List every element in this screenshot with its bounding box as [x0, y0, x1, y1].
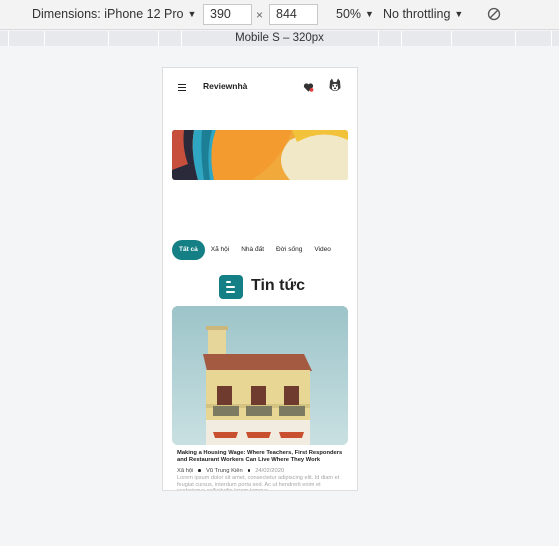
chip-social[interactable]: Xã hội — [205, 240, 235, 260]
rotate-disabled-icon[interactable] — [487, 7, 501, 21]
banner-image — [172, 130, 348, 180]
throttle-label: No throttling — [383, 7, 451, 21]
height-input[interactable]: 844 — [269, 4, 318, 25]
article-meta: Xã hội Vũ Trung Kiên 24/02/2020 — [177, 468, 284, 474]
device-viewport: Reviewnhà Tất cả Xã hội Nhà đất Đời sống… — [162, 67, 358, 491]
zoom-label: 50% — [336, 7, 362, 21]
site-logo[interactable]: Reviewnhà — [203, 81, 247, 91]
device-toolbar: Dimensions: iPhone 12 Pro ▼ 390 × 844 50… — [0, 0, 559, 30]
chevron-down-icon: ▼ — [187, 9, 197, 19]
width-input[interactable]: 390 — [203, 4, 252, 25]
chip-life[interactable]: Đời sống — [270, 240, 308, 260]
dimensions-label: Dimensions: iPhone 12 Pro — [32, 7, 184, 21]
chip-video[interactable]: Video — [308, 240, 337, 260]
article-category[interactable]: Xã hội — [177, 468, 193, 474]
section-title: Tin tức — [251, 277, 305, 294]
article-excerpt: Lorem ipsum dolor sit amet, consectetur … — [177, 475, 340, 490]
article-author[interactable]: Vũ Trung Kiên — [206, 468, 243, 474]
news-icon — [219, 275, 243, 299]
article-date: 24/02/2020 — [255, 468, 285, 474]
article-title[interactable]: Making a Housing Wage: Where Teachers, F… — [177, 450, 349, 465]
chevron-down-icon: ▼ — [454, 9, 464, 19]
category-chips: Tất cả Xã hội Nhà đất Đời sống Video — [172, 240, 337, 260]
chip-real-estate[interactable]: Nhà đất — [235, 240, 270, 260]
media-query-label: Mobile S – 320px — [235, 32, 324, 44]
heart-icon[interactable] — [303, 82, 314, 93]
article-image[interactable] — [172, 306, 348, 445]
throttle-select[interactable]: No throttling ▼ — [383, 7, 463, 21]
avatar[interactable] — [328, 78, 342, 95]
zoom-select[interactable]: 50% ▼ — [336, 7, 374, 21]
chevron-down-icon: ▼ — [365, 9, 374, 19]
times-separator: × — [256, 8, 264, 22]
hamburger-icon[interactable] — [178, 84, 186, 92]
dimensions-select[interactable]: Dimensions: iPhone 12 Pro ▼ — [32, 7, 196, 21]
chip-all[interactable]: Tất cả — [172, 240, 205, 260]
